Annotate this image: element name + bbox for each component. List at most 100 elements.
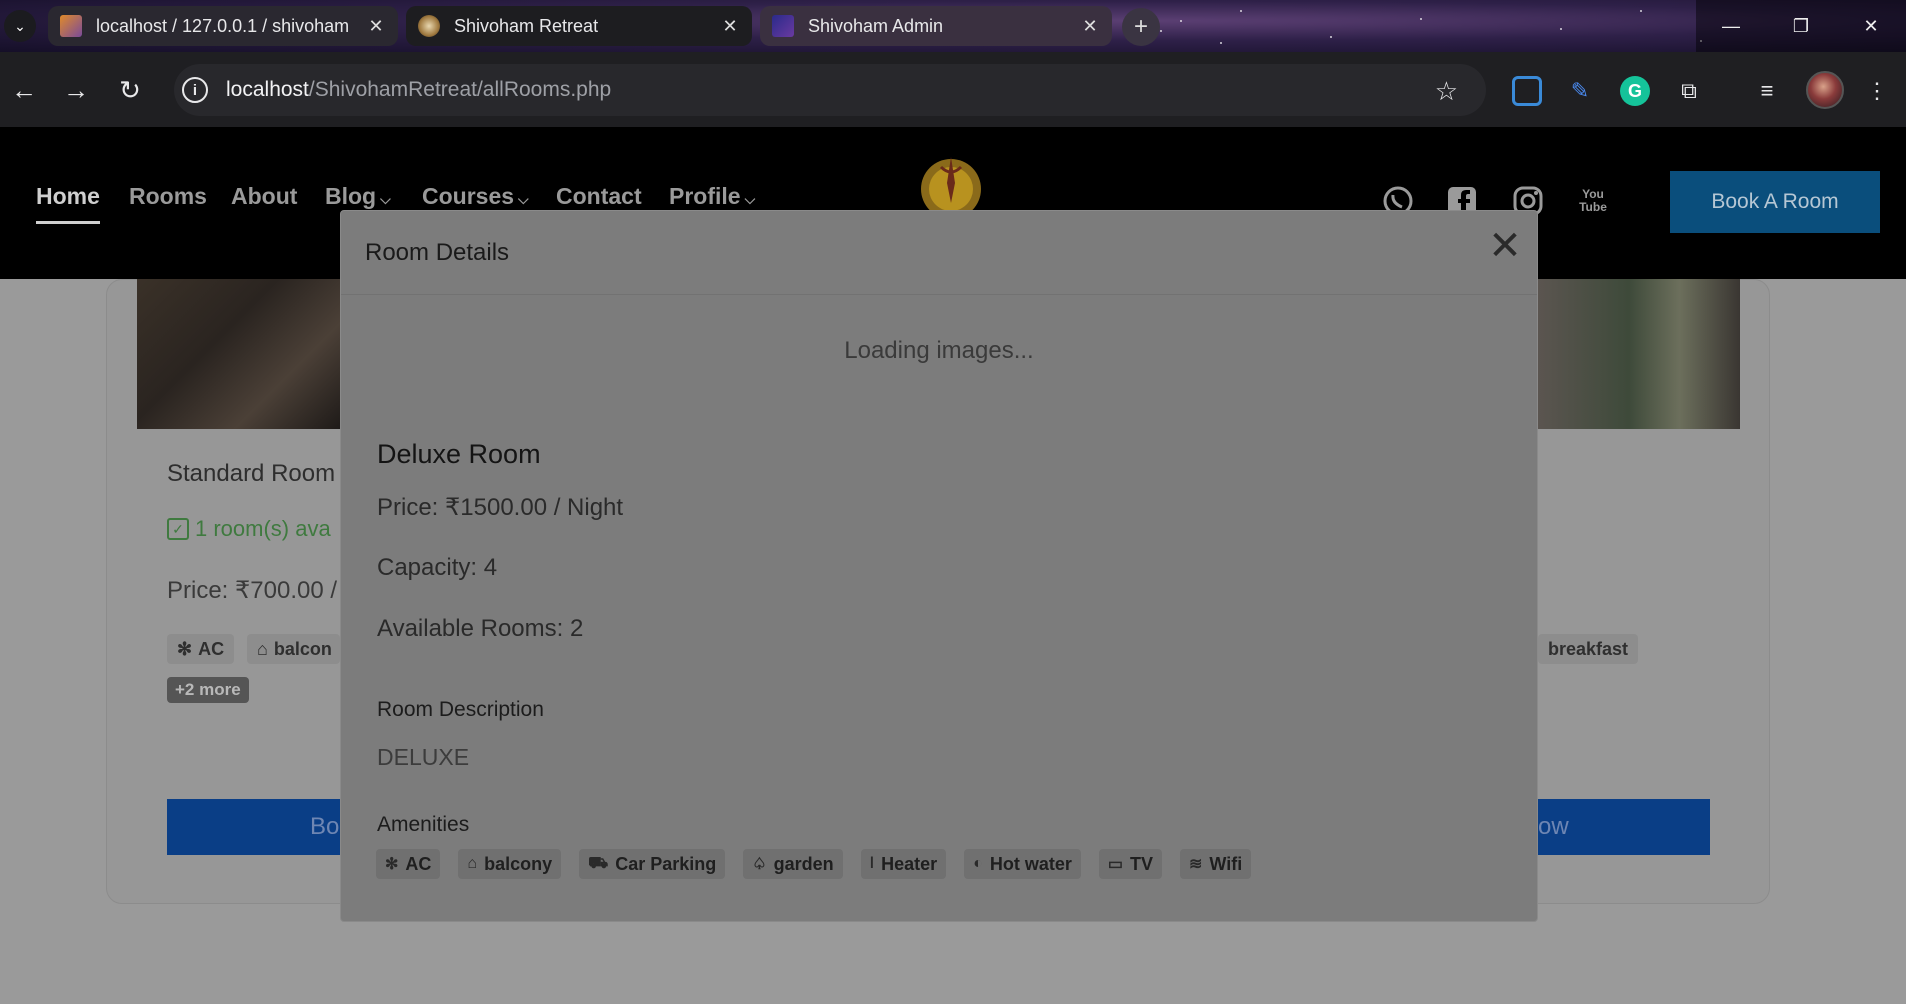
tab-title: Shivoham Admin xyxy=(808,15,944,36)
browser-toolbar: ← → ↻ i localhost/ShivohamRetreat/allRoo… xyxy=(0,52,1906,127)
room-description: DELUXE xyxy=(377,744,470,770)
amenity-label: Car Parking xyxy=(615,853,717,874)
amenity-label: AC xyxy=(405,853,432,874)
chip-label: balcon xyxy=(273,638,332,659)
profile-avatar[interactable] xyxy=(1806,71,1844,109)
book-now-button[interactable]: Bo xyxy=(167,799,340,855)
chip-label: breakfast xyxy=(1548,638,1629,659)
amenity-chip: ⌂ balcon xyxy=(247,634,340,664)
amenity-label: Heater xyxy=(881,853,938,874)
minimize-icon[interactable]: — xyxy=(1696,0,1766,52)
availability-text: ✓ 1 room(s) ava xyxy=(167,516,331,542)
url-text: localhost/ShivohamRetreat/allRooms.php xyxy=(226,78,611,102)
room-name: Deluxe Room xyxy=(377,439,541,469)
home-icon: ⌂ xyxy=(467,855,478,872)
forward-icon[interactable]: → xyxy=(58,72,94,108)
room-card-title: Standard Room xyxy=(167,460,336,487)
modal-header: Room Details ✕ xyxy=(341,211,1537,295)
window-controls: — ❐ ✕ xyxy=(1696,0,1906,52)
amenity-chip: ▭ TV xyxy=(1098,849,1162,879)
address-bar[interactable]: i localhost/ShivohamRetreat/allRooms.php… xyxy=(174,64,1486,116)
close-tab-icon[interactable]: ✕ xyxy=(1078,16,1102,37)
tab-phpmyadmin[interactable]: localhost / 127.0.0.1 / shivoham ✕ xyxy=(48,6,398,46)
nav-label: Contact xyxy=(556,183,642,209)
screenshot-extension-icon[interactable] xyxy=(1512,76,1542,106)
car-icon: ⛟ xyxy=(588,855,609,872)
modal-title: Room Details xyxy=(365,239,510,266)
room-capacity: Capacity: 4 xyxy=(377,554,498,581)
loading-images-text: Loading images... xyxy=(844,337,1034,364)
extensions-puzzle-icon[interactable]: ⧉ xyxy=(1674,76,1704,106)
amenity-chip: ≋ Wifi xyxy=(1180,849,1252,879)
amenity-chip: ✻ AC xyxy=(376,849,441,879)
nav-label: About xyxy=(231,183,298,209)
nav-about[interactable]: About xyxy=(231,183,297,210)
nav-courses[interactable]: Courses ⌵ xyxy=(422,183,529,210)
browser-tab-bar: ⌄ localhost / 127.0.0.1 / shivoham ✕ Shi… xyxy=(0,0,1906,52)
more-amenities-badge[interactable]: +2 more xyxy=(167,677,249,703)
amenities-list: ✻ AC ⌂ balcony ⛟ Car Parking ♤ garden ǀ … xyxy=(376,849,1252,879)
url-path: /ShivohamRetreat/allRooms.php xyxy=(308,78,612,101)
pen-extension-icon[interactable]: ✎ xyxy=(1565,76,1595,106)
droplet-icon: ◐ xyxy=(973,855,983,872)
tab-search-button[interactable]: ⌄ xyxy=(4,10,36,42)
grammarly-icon[interactable]: G xyxy=(1620,76,1650,106)
reload-icon[interactable]: ↻ xyxy=(112,72,148,108)
thermometer-icon: ǀ xyxy=(869,855,875,872)
admin-icon xyxy=(772,15,794,37)
site-info-icon[interactable]: i xyxy=(182,77,208,103)
youtube-icon[interactable]: You Tube xyxy=(1576,183,1610,219)
amenity-label: balcony xyxy=(484,853,553,874)
calendar-check-icon: ✓ xyxy=(167,518,189,540)
tab-title: localhost / 127.0.0.1 / shivoham xyxy=(96,15,350,36)
availability-label: 1 room(s) ava xyxy=(195,516,331,541)
amenity-label: Hot water xyxy=(989,853,1072,874)
close-window-icon[interactable]: ✕ xyxy=(1836,0,1906,52)
nav-rooms[interactable]: Rooms xyxy=(129,183,207,210)
restore-icon[interactable]: ❐ xyxy=(1766,0,1836,52)
snowflake-icon: ✻ xyxy=(177,638,193,659)
active-underline xyxy=(36,221,100,224)
button-label: Bo xyxy=(310,813,340,840)
room-description-label: Room Description xyxy=(377,698,544,721)
amenity-chip: ⌂ balcony xyxy=(458,849,562,879)
chevron-down-icon: ⌵ xyxy=(744,191,756,207)
snowflake-icon: ✻ xyxy=(385,856,399,873)
button-label: ow xyxy=(1538,813,1569,840)
room-details-modal: Room Details ✕ Loading images... Deluxe … xyxy=(340,210,1538,922)
wifi-icon: ≋ xyxy=(1189,856,1203,873)
new-tab-button[interactable]: + xyxy=(1122,8,1160,46)
amenity-label: garden xyxy=(773,853,834,874)
amenity-chip: ⛟ Car Parking xyxy=(579,849,726,879)
close-tab-icon[interactable]: ✕ xyxy=(718,16,742,37)
room-image xyxy=(137,279,341,429)
amenity-label: Wifi xyxy=(1209,853,1243,874)
url-host: localhost xyxy=(226,78,309,101)
site-logo[interactable] xyxy=(908,143,994,213)
back-icon[interactable]: ← xyxy=(6,72,42,108)
nav-blog[interactable]: Blog ⌵ xyxy=(325,183,391,210)
tab-shivoham-admin[interactable]: Shivoham Admin ✕ xyxy=(760,6,1112,46)
close-tab-icon[interactable]: ✕ xyxy=(364,16,388,37)
available-rooms: Available Rooms: 2 xyxy=(377,615,584,642)
book-now-button[interactable]: ow xyxy=(1538,799,1710,855)
nav-contact[interactable]: Contact xyxy=(556,183,642,210)
close-icon[interactable]: ✕ xyxy=(1487,226,1523,266)
nav-profile[interactable]: Profile ⌵ xyxy=(669,183,755,210)
amenity-chip: ǀ Heater xyxy=(860,849,947,879)
tab-title: Shivoham Retreat xyxy=(454,15,599,36)
tab-shivoham-retreat[interactable]: Shivoham Retreat ✕ xyxy=(406,6,752,46)
bookmark-star-icon[interactable]: ☆ xyxy=(1435,76,1458,107)
room-card-price: Price: ₹700.00 / xyxy=(167,577,338,604)
home-icon: ⌂ xyxy=(257,638,268,659)
shivoham-icon xyxy=(418,15,440,37)
nav-home[interactable]: Home xyxy=(36,183,100,224)
chip-label: AC xyxy=(198,638,225,659)
browser-menu-icon[interactable]: ⋮ xyxy=(1862,76,1892,106)
amenities-label: Amenities xyxy=(377,813,470,836)
room-price: Price: ₹1500.00 / Night xyxy=(377,494,624,521)
book-a-room-button[interactable]: Book A Room xyxy=(1670,171,1880,233)
room-image xyxy=(1538,279,1740,429)
media-control-icon[interactable]: ≡ xyxy=(1752,76,1782,106)
nav-label: Rooms xyxy=(129,183,207,209)
